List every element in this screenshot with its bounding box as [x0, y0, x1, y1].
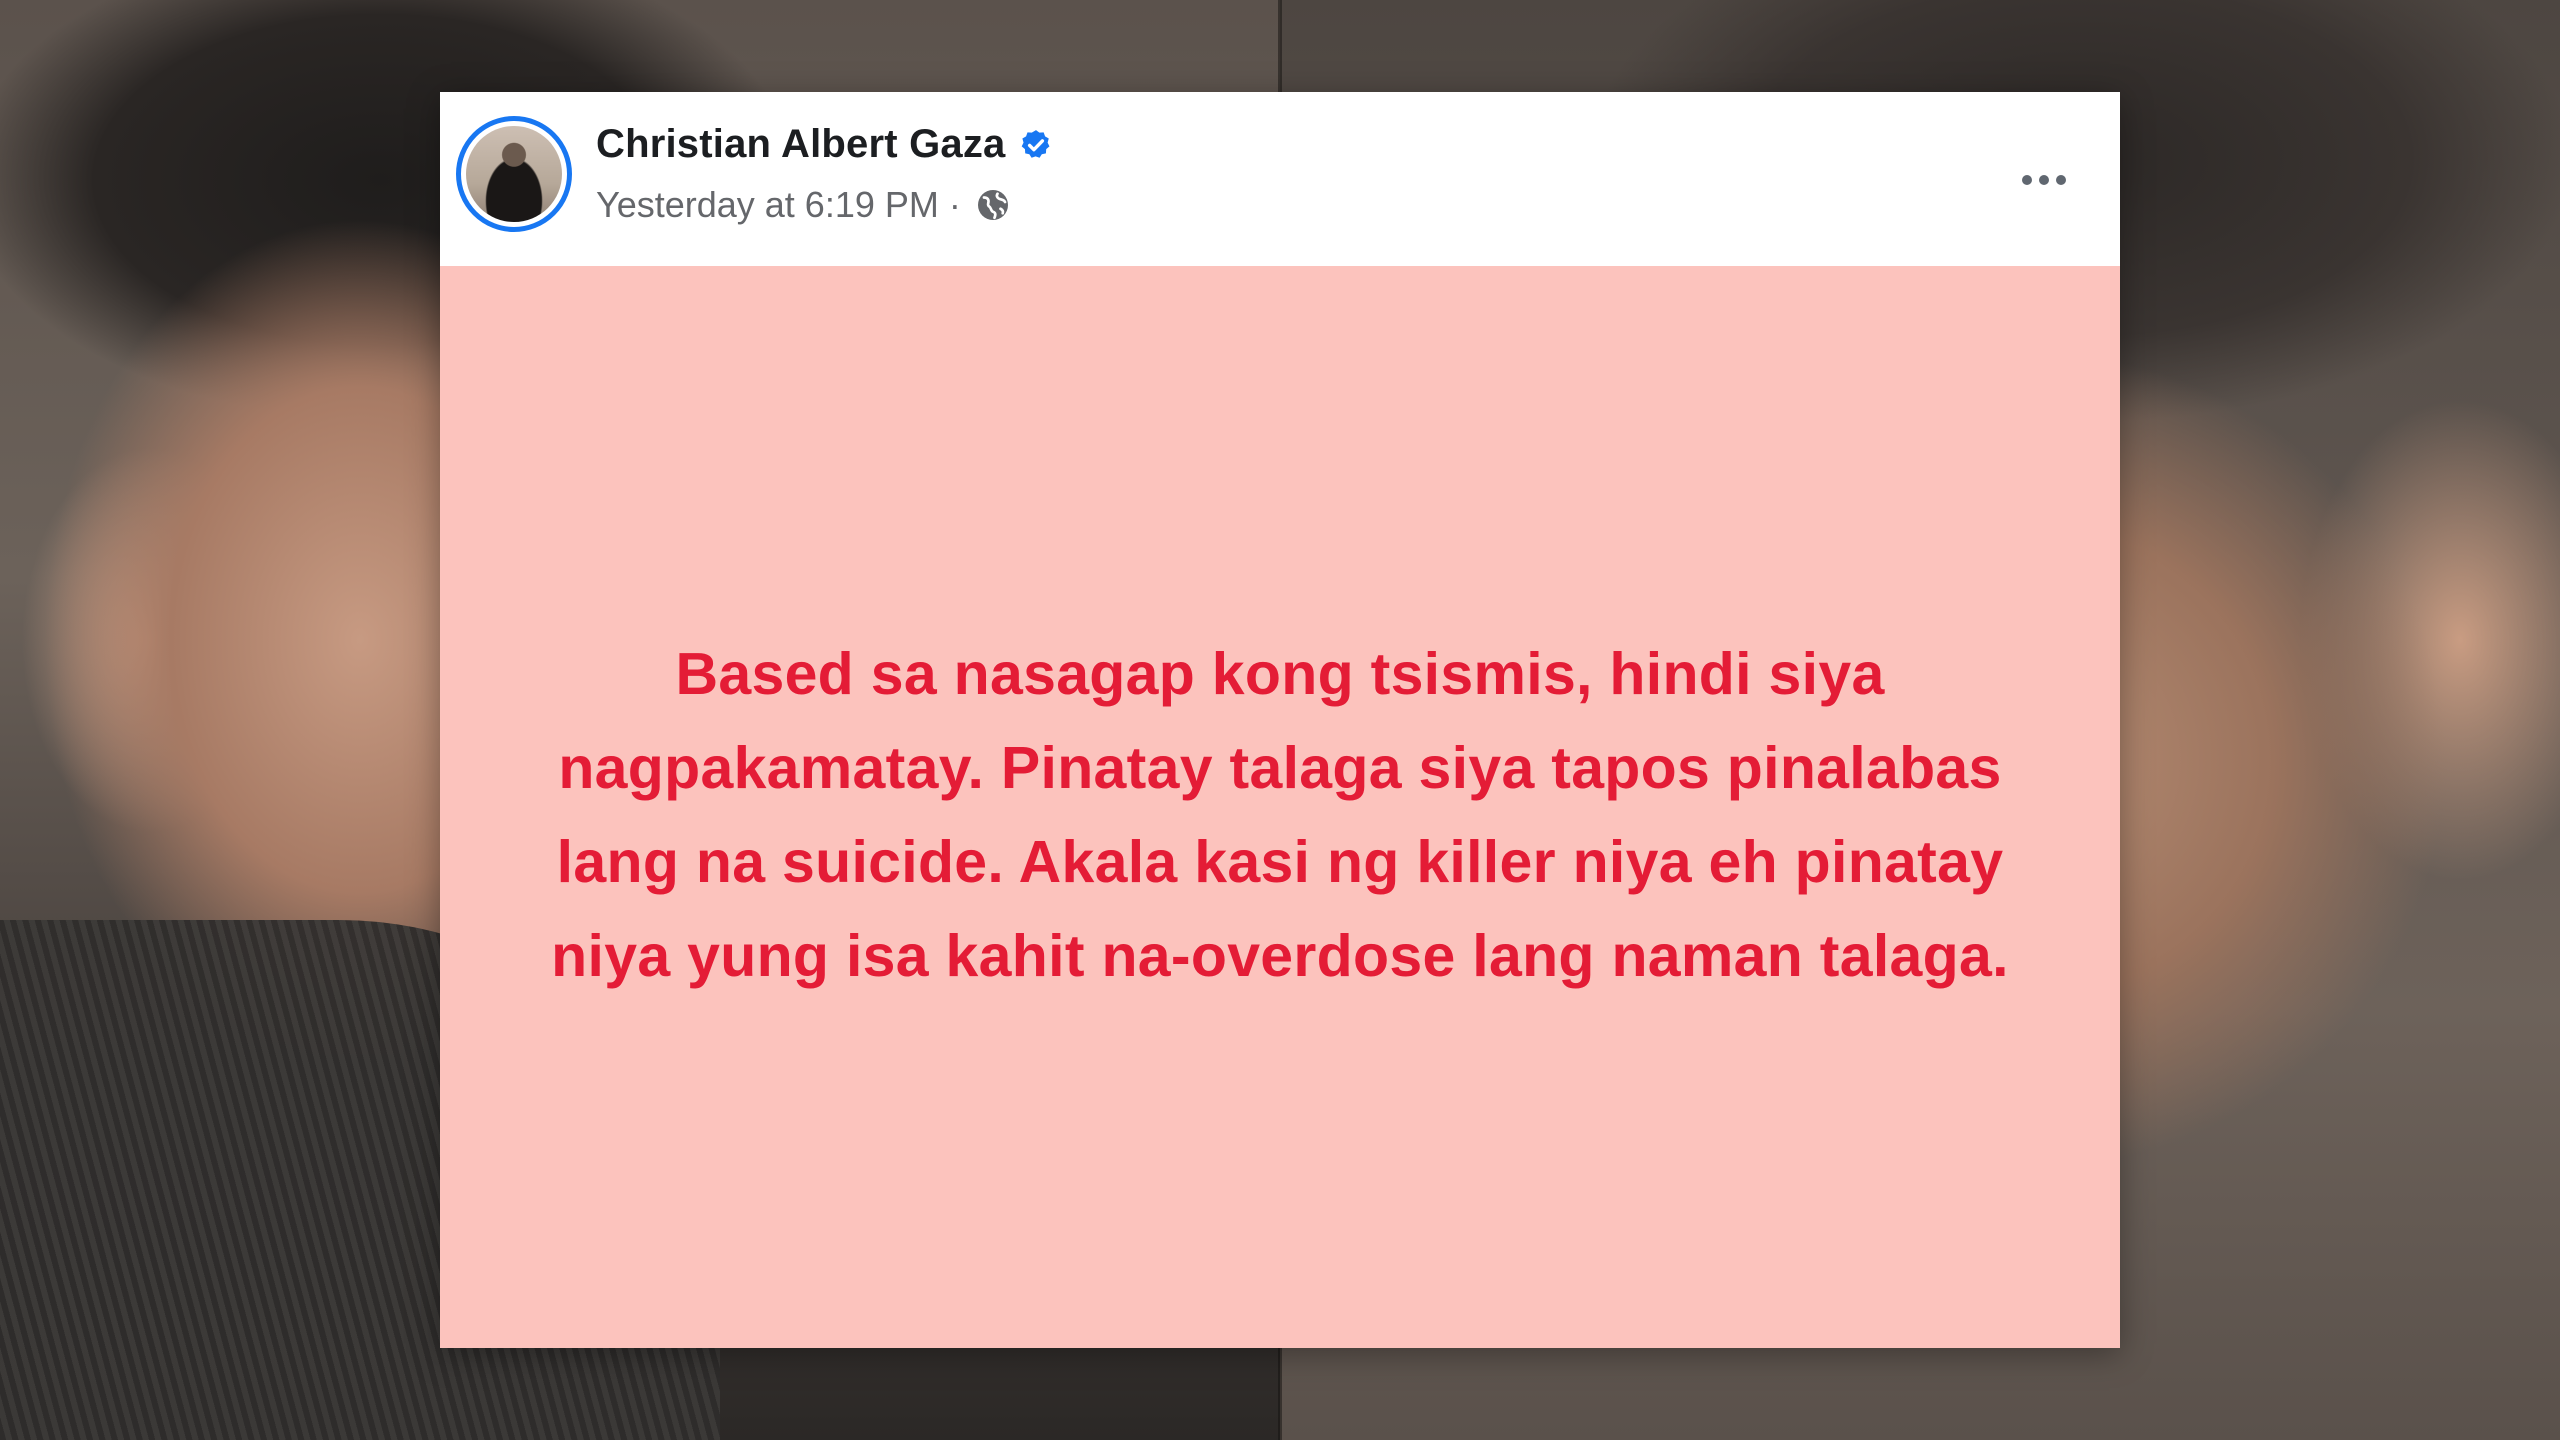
more-options-button[interactable] [2008, 152, 2080, 208]
screenshot-stage: Christian Albert Gaza Yesterday at 6:19 … [0, 0, 2560, 1440]
more-options-icon [2022, 175, 2066, 185]
post-timestamp[interactable]: Yesterday at 6:19 PM [596, 184, 939, 226]
author-avatar[interactable] [456, 116, 572, 232]
verified-badge-icon [1019, 128, 1053, 162]
facebook-post-card: Christian Albert Gaza Yesterday at 6:19 … [440, 92, 2120, 1348]
author-row: Christian Albert Gaza [596, 122, 1053, 167]
post-meta: Yesterday at 6:19 PM · [596, 184, 1011, 226]
post-text: Based sa nasagap kong tsismis, hindi siy… [551, 641, 2009, 989]
globe-icon[interactable] [975, 187, 1011, 223]
avatar-image [466, 126, 562, 222]
meta-separator: · [948, 184, 961, 225]
post-header: Christian Albert Gaza Yesterday at 6:19 … [440, 92, 2120, 266]
post-body: Based sa nasagap kong tsismis, hindi siy… [440, 266, 2120, 1348]
author-name[interactable]: Christian Albert Gaza [596, 122, 1005, 167]
